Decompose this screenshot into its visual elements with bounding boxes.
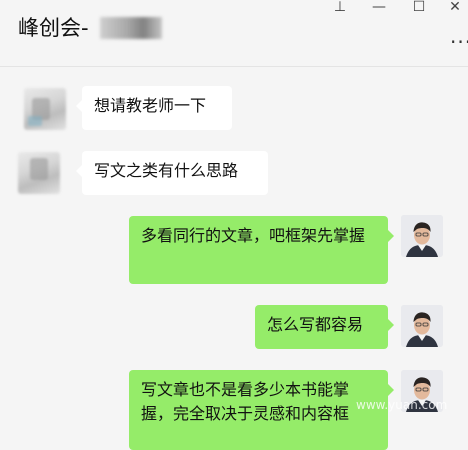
message-text: 写文章也不是看多少本书能掌握，完全取决于灵感和内容框 <box>141 380 350 423</box>
chat-header: 峰创会- ⊥ — ☐ ✕ ··· <box>0 0 468 67</box>
message-text: 写文之类有什么思路 <box>94 161 239 180</box>
avatar-photo-icon <box>401 215 443 257</box>
minimize-icon[interactable]: — <box>370 0 388 14</box>
watermark: www.yuan.com <box>356 398 448 412</box>
message-bubble-sent: 写文章也不是看多少本书能掌握，完全取决于灵感和内容框 <box>129 370 394 450</box>
chat-title: 峰创会- <box>18 16 89 40</box>
more-icon[interactable]: ··· <box>450 30 468 54</box>
pin-icon[interactable]: ⊥ <box>331 0 349 14</box>
avatar[interactable] <box>401 215 443 257</box>
message-bubble-received: 想请教老师一下 <box>76 86 232 130</box>
message-bubble-sent: 怎么写都容易 <box>255 305 394 349</box>
message-text: 多看同行的文章，吧框架先掌握 <box>141 226 366 245</box>
redacted-contact-name <box>100 17 162 39</box>
message-text: 怎么写都容易 <box>267 315 364 334</box>
avatar-photo-icon <box>401 305 443 347</box>
avatar[interactable] <box>24 88 66 130</box>
message-bubble-sent: 多看同行的文章，吧框架先掌握 <box>129 216 394 284</box>
close-icon[interactable]: ✕ <box>446 0 464 14</box>
message-bubble-received: 写文之类有什么思路 <box>76 151 268 195</box>
avatar[interactable] <box>18 152 60 194</box>
maximize-icon[interactable]: ☐ <box>410 0 428 14</box>
message-text: 想请教老师一下 <box>94 96 207 115</box>
avatar[interactable] <box>401 305 443 347</box>
